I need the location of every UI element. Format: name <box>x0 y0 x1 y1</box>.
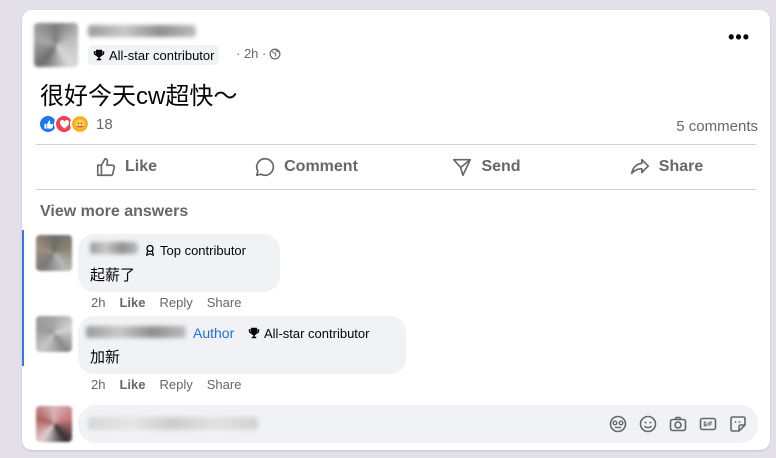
thumbs-up-icon <box>96 157 116 177</box>
top-contributor-icon <box>146 244 154 256</box>
comment-time[interactable]: 2h <box>91 377 105 392</box>
care-reaction-icon <box>70 114 90 134</box>
composer-placeholder[interactable] <box>88 417 258 430</box>
send-label: Send <box>481 158 521 175</box>
commenter-badge[interactable]: Top contributor <box>144 240 246 260</box>
comment-actions: 2h Like Reply Share <box>91 377 241 392</box>
sticker-icon[interactable] <box>728 414 748 434</box>
share-button[interactable]: Share <box>576 147 756 187</box>
like-label: Like <box>124 158 157 175</box>
comment-count[interactable]: 5 comments <box>676 118 758 135</box>
divider <box>36 144 756 145</box>
commenter-badge[interactable]: All-star contributor <box>248 323 369 343</box>
thread-indicator <box>22 230 24 366</box>
trophy-icon <box>248 327 260 339</box>
post-author-name[interactable] <box>88 25 196 37</box>
current-user-avatar[interactable] <box>36 406 72 442</box>
post-text: 很好今天cw超快～ <box>40 83 238 110</box>
view-more-answers-link[interactable]: View more answers <box>40 203 188 221</box>
comment-like-button[interactable]: Like <box>119 295 145 310</box>
comment-time[interactable]: 2h <box>91 295 105 310</box>
share-label: Share <box>658 158 704 175</box>
post-author-badge[interactable]: All-star contributor <box>88 45 220 65</box>
commenter-badge-label: Top contributor <box>160 242 246 258</box>
commenter-avatar[interactable] <box>36 316 72 352</box>
send-button[interactable]: Send <box>396 147 576 187</box>
comment-composer[interactable] <box>78 405 758 443</box>
comment-reply-button[interactable]: Reply <box>159 295 192 310</box>
more-options-button[interactable]: ••• <box>728 28 750 46</box>
commenter-name[interactable] <box>90 242 138 254</box>
avatar-sticker-icon[interactable] <box>608 414 628 434</box>
commenter-name[interactable] <box>86 326 186 338</box>
divider <box>36 189 756 190</box>
trophy-icon <box>93 49 105 61</box>
reactions-summary[interactable]: 18 <box>38 114 113 134</box>
comment-like-button[interactable]: Like <box>119 377 145 392</box>
camera-icon[interactable] <box>668 414 688 434</box>
post-badge-label: All-star contributor <box>109 47 215 63</box>
post-meta: · 2h · <box>236 46 281 61</box>
post-time[interactable]: · 2h · <box>236 46 266 61</box>
comment-icon <box>256 157 275 177</box>
globe-icon <box>269 48 281 59</box>
comment-button[interactable]: Comment <box>216 147 396 187</box>
like-button[interactable]: Like <box>36 147 216 187</box>
share-icon <box>630 158 649 175</box>
post-card: All-star contributor · 2h · ••• 很好今天cw超快… <box>22 10 770 450</box>
comment-reply-button[interactable]: Reply <box>159 377 192 392</box>
comment-share-button[interactable]: Share <box>207 377 242 392</box>
commenter-badge-label: All-star contributor <box>264 325 370 341</box>
gif-icon[interactable] <box>698 414 718 434</box>
comment-text: 起薪了 <box>90 267 136 284</box>
post-actions-bar: Like Comment Send Share <box>36 147 756 187</box>
post-author-avatar[interactable] <box>34 23 78 67</box>
comment-label: Comment <box>284 158 358 175</box>
composer-tools <box>608 414 748 434</box>
comment-actions: 2h Like Reply Share <box>91 295 241 310</box>
comment-bubble: Author All-star contributor 加新 <box>78 316 406 374</box>
reaction-count: 18 <box>96 115 113 133</box>
comment-share-button[interactable]: Share <box>207 295 242 310</box>
commenter-avatar[interactable] <box>36 235 72 271</box>
emoji-icon[interactable] <box>638 414 658 434</box>
author-tag: Author <box>193 325 235 341</box>
comment-text: 加新 <box>90 349 121 366</box>
send-icon <box>453 158 472 177</box>
comment-bubble: Top contributor 起薪了 <box>78 234 280 292</box>
